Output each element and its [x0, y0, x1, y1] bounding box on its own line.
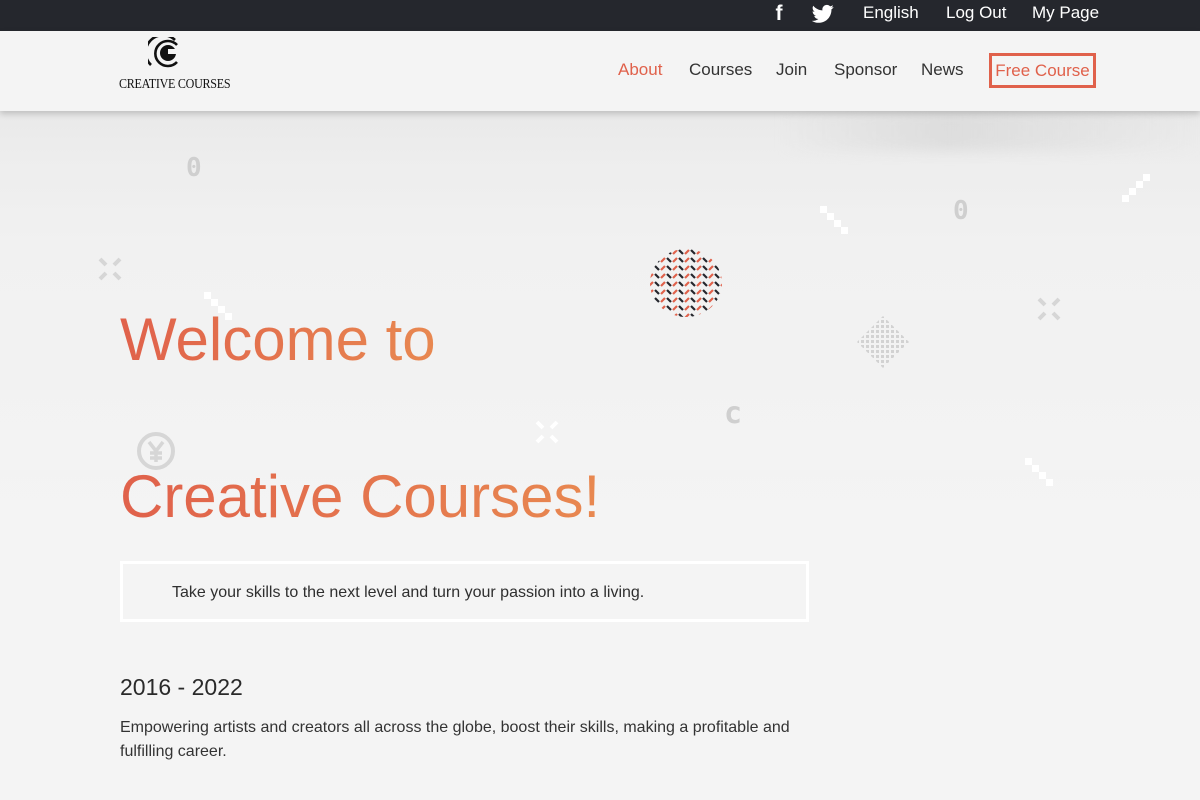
hero-tagline: Take your skills to the next level and t… [120, 561, 809, 622]
nav-about[interactable]: About [618, 60, 662, 80]
nav-sponsor[interactable]: Sponsor [834, 60, 897, 80]
top-bar: f English Log Out My Page [0, 0, 1200, 31]
hero-description: Empowering artists and creators all acro… [120, 719, 790, 760]
site-logo[interactable]: CREATIVE COURSES [118, 37, 231, 95]
cross-deco-icon [98, 257, 122, 281]
free-course-button[interactable]: Free Course [989, 53, 1096, 88]
facebook-icon[interactable]: f [770, 2, 788, 26]
hero-title-line1: Welcome to [120, 306, 436, 373]
c-deco-icon: c [724, 396, 743, 431]
language-link[interactable]: English [863, 3, 919, 23]
zero-deco-icon: 0 [186, 153, 202, 183]
main-navbar: CREATIVE COURSES About Courses Join Spon… [0, 31, 1200, 111]
steps-deco-icon [1122, 174, 1150, 202]
cross-deco-icon [1037, 297, 1061, 321]
logo-mark-icon [148, 37, 180, 68]
logout-link[interactable]: Log Out [946, 3, 1007, 23]
nav-join[interactable]: Join [776, 60, 807, 80]
nav-news[interactable]: News [921, 60, 964, 80]
hero-title-line2: Creative Courses! [120, 463, 601, 530]
diamond-dots-deco-icon [857, 316, 909, 368]
steps-deco-icon [1025, 458, 1053, 486]
nav-courses[interactable]: Courses [689, 60, 752, 80]
twitter-icon[interactable] [812, 4, 834, 24]
logo-text: CREATIVE COURSES [119, 77, 231, 92]
years-heading: 2016 - 2022 [120, 674, 243, 700]
steps-deco-icon [820, 206, 848, 234]
cross-deco-icon [535, 420, 559, 444]
my-page-link[interactable]: My Page [1032, 3, 1099, 23]
pattern-circle-deco-icon [650, 249, 722, 317]
zero-deco-icon: 0 [953, 196, 969, 226]
background-streak [780, 111, 1200, 151]
